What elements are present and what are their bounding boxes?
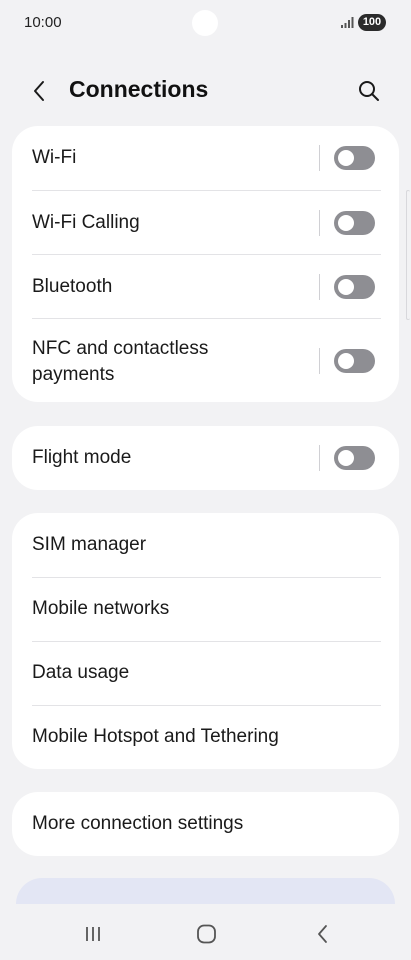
more-connection-settings-row[interactable]: More connection settings <box>12 792 399 856</box>
flight-mode-card: Flight mode <box>12 426 399 490</box>
row-separator <box>319 145 320 171</box>
home-icon <box>197 924 216 944</box>
recent-apps-button[interactable] <box>78 922 108 946</box>
sim-manager-row[interactable]: SIM manager <box>12 513 399 577</box>
toggle-knob <box>338 353 354 369</box>
sim-manager-label: SIM manager <box>32 534 147 555</box>
mobile-networks-row[interactable]: Mobile networks <box>12 578 399 642</box>
row-separator <box>319 210 320 236</box>
battery-icon: 100 <box>358 14 386 31</box>
header: Connections <box>0 60 411 120</box>
toggle-knob <box>338 150 354 166</box>
row-separator <box>319 274 320 300</box>
network-settings-card: SIM manager Mobile networks Data usage M… <box>12 513 399 769</box>
search-button[interactable] <box>354 76 384 106</box>
row-separator <box>319 348 320 374</box>
recent-apps-icon <box>86 927 100 941</box>
status-time: 10:00 <box>24 14 62 31</box>
toggle-knob <box>338 279 354 295</box>
scrollbar[interactable] <box>406 190 410 320</box>
nfc-label-line2: payments <box>32 364 115 385</box>
search-icon <box>359 81 379 101</box>
nfc-label-line1: NFC and contactless <box>32 338 209 359</box>
toggle-knob <box>338 450 354 466</box>
status-bar: 10:00 100 <box>0 0 411 48</box>
data-usage-label: Data usage <box>32 662 130 683</box>
data-usage-row[interactable]: Data usage <box>12 642 399 706</box>
chevron-left-icon <box>34 81 44 101</box>
toggle-knob <box>338 215 354 231</box>
mobile-networks-label: Mobile networks <box>32 598 170 619</box>
wifi-calling-label: Wi-Fi Calling <box>32 212 140 233</box>
wifi-row[interactable]: Wi-Fi <box>12 126 399 190</box>
page-title: Connections <box>69 76 209 102</box>
nfc-toggle[interactable] <box>334 349 375 373</box>
bluetooth-label: Bluetooth <box>32 276 113 297</box>
connections-card-primary: Wi-Fi Wi-Fi Calling Bluetooth NFC and co… <box>12 126 399 402</box>
wifi-calling-toggle[interactable] <box>334 211 375 235</box>
row-separator <box>319 445 320 471</box>
navigation-bar <box>0 904 411 960</box>
flight-mode-label: Flight mode <box>32 447 132 468</box>
more-connection-settings-label: More connection settings <box>32 813 244 834</box>
nfc-row[interactable]: NFC and contactless payments <box>12 319 399 402</box>
wifi-toggle[interactable] <box>334 146 375 170</box>
nav-back-button[interactable] <box>308 922 338 946</box>
home-button[interactable] <box>192 922 222 946</box>
more-settings-card: More connection settings <box>12 792 399 856</box>
mobile-hotspot-row[interactable]: Mobile Hotspot and Tethering <box>12 706 399 769</box>
camera-cutout <box>192 10 218 36</box>
back-icon <box>318 925 327 943</box>
wifi-label: Wi-Fi <box>32 147 77 168</box>
wifi-calling-row[interactable]: Wi-Fi Calling <box>12 191 399 255</box>
back-button[interactable] <box>24 76 54 106</box>
bluetooth-toggle[interactable] <box>334 275 375 299</box>
flight-mode-row[interactable]: Flight mode <box>12 426 399 490</box>
signal-icon <box>341 17 354 28</box>
bluetooth-row[interactable]: Bluetooth <box>12 255 399 319</box>
mobile-hotspot-label: Mobile Hotspot and Tethering <box>32 726 279 747</box>
flight-mode-toggle[interactable] <box>334 446 375 470</box>
